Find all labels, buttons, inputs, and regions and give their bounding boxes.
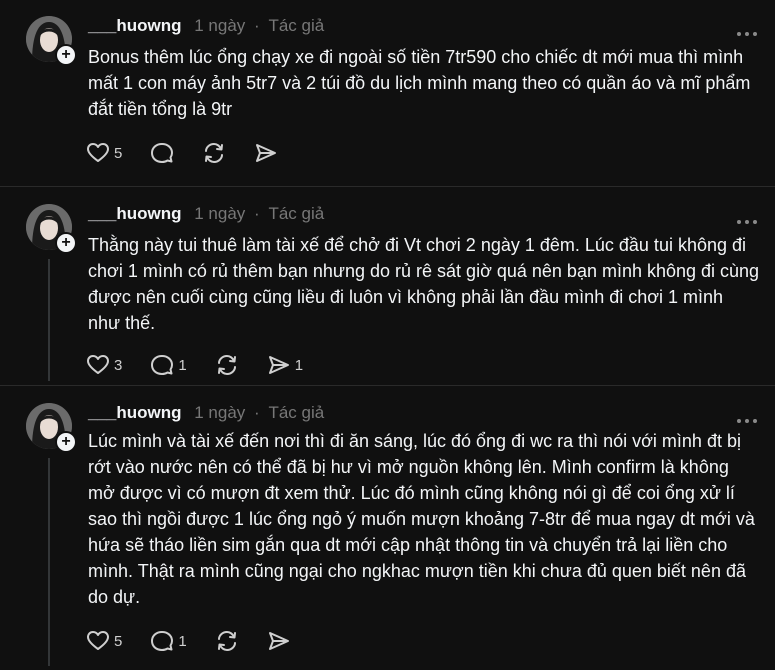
post-text: Thằng này tui thuê làm tài xế để chở đi … — [88, 235, 760, 333]
send-icon — [268, 356, 289, 374]
reply-button[interactable]: 1 — [150, 627, 187, 655]
repost-button[interactable] — [202, 139, 226, 167]
send-icon — [256, 144, 277, 162]
post-2: + ___huowng 1 ngày · Tác giả Thằng này t… — [0, 187, 775, 385]
plus-icon[interactable]: + — [55, 232, 77, 254]
separator: · — [254, 204, 260, 223]
reply-count: 1 — [178, 356, 187, 374]
timestamp[interactable]: 1 ngày — [194, 16, 245, 35]
post-3: + ___huowng 1 ngày · Tác giả Lúc mình và… — [0, 386, 775, 670]
repost-icon — [217, 355, 236, 375]
separator: · — [254, 403, 260, 422]
timestamp[interactable]: 1 ngày — [194, 204, 245, 223]
repost-icon — [205, 143, 224, 163]
heart-icon — [87, 631, 109, 650]
post-header: ___huowng 1 ngày · Tác giả — [88, 204, 324, 224]
more-horizontal-icon[interactable] — [737, 410, 763, 423]
comment-icon — [151, 355, 174, 375]
thread-line — [48, 259, 50, 381]
like-button[interactable]: 3 — [86, 351, 122, 379]
more-horizontal-icon[interactable] — [737, 23, 763, 36]
repost-icon — [217, 631, 236, 651]
username[interactable]: ___huowng — [88, 403, 182, 422]
reply-button[interactable]: 1 — [150, 351, 187, 379]
like-button[interactable]: 5 — [86, 627, 122, 655]
author-badge: Tác giả — [268, 16, 325, 35]
post-1: + ___huowng 1 ngày · Tác giả Bonus thêm … — [0, 0, 775, 186]
send-icon — [268, 632, 289, 650]
repost-button[interactable] — [215, 351, 239, 379]
share-count: 1 — [294, 356, 304, 374]
action-bar: 5 1 — [86, 627, 309, 655]
like-count: 5 — [114, 632, 123, 650]
plus-icon[interactable]: + — [55, 431, 77, 453]
like-count: 3 — [114, 356, 123, 374]
plus-icon[interactable]: + — [55, 44, 77, 66]
action-bar: 5 — [86, 139, 296, 167]
username[interactable]: ___huowng — [88, 204, 182, 223]
timestamp[interactable]: 1 ngày — [194, 403, 245, 422]
separator: · — [254, 16, 260, 35]
author-badge: Tác giả — [268, 204, 325, 223]
share-button[interactable]: 1 — [267, 351, 303, 379]
heart-icon — [87, 355, 109, 374]
post-text: Lúc mình và tài xế đến nơi thì đi ăn sán… — [88, 431, 755, 607]
share-button[interactable] — [254, 139, 278, 167]
more-horizontal-icon[interactable] — [737, 211, 763, 224]
reply-count: 1 — [178, 632, 187, 650]
repost-button[interactable] — [215, 627, 239, 655]
reply-button[interactable] — [150, 139, 174, 167]
username[interactable]: ___huowng — [88, 16, 182, 35]
action-bar: 3 1 1 — [86, 351, 321, 379]
comment-icon — [151, 143, 174, 163]
post-text: Bonus thêm lúc ổng chạy xe đi ngoài số t… — [88, 47, 751, 119]
post-header: ___huowng 1 ngày · Tác giả — [88, 403, 324, 423]
post-header: ___huowng 1 ngày · Tác giả — [88, 16, 324, 36]
thread-line — [48, 458, 50, 666]
share-button[interactable] — [267, 627, 291, 655]
like-button[interactable]: 5 — [86, 139, 122, 167]
like-count: 5 — [114, 144, 123, 162]
comment-icon — [151, 631, 174, 651]
heart-icon — [87, 143, 109, 162]
author-badge: Tác giả — [268, 403, 325, 422]
